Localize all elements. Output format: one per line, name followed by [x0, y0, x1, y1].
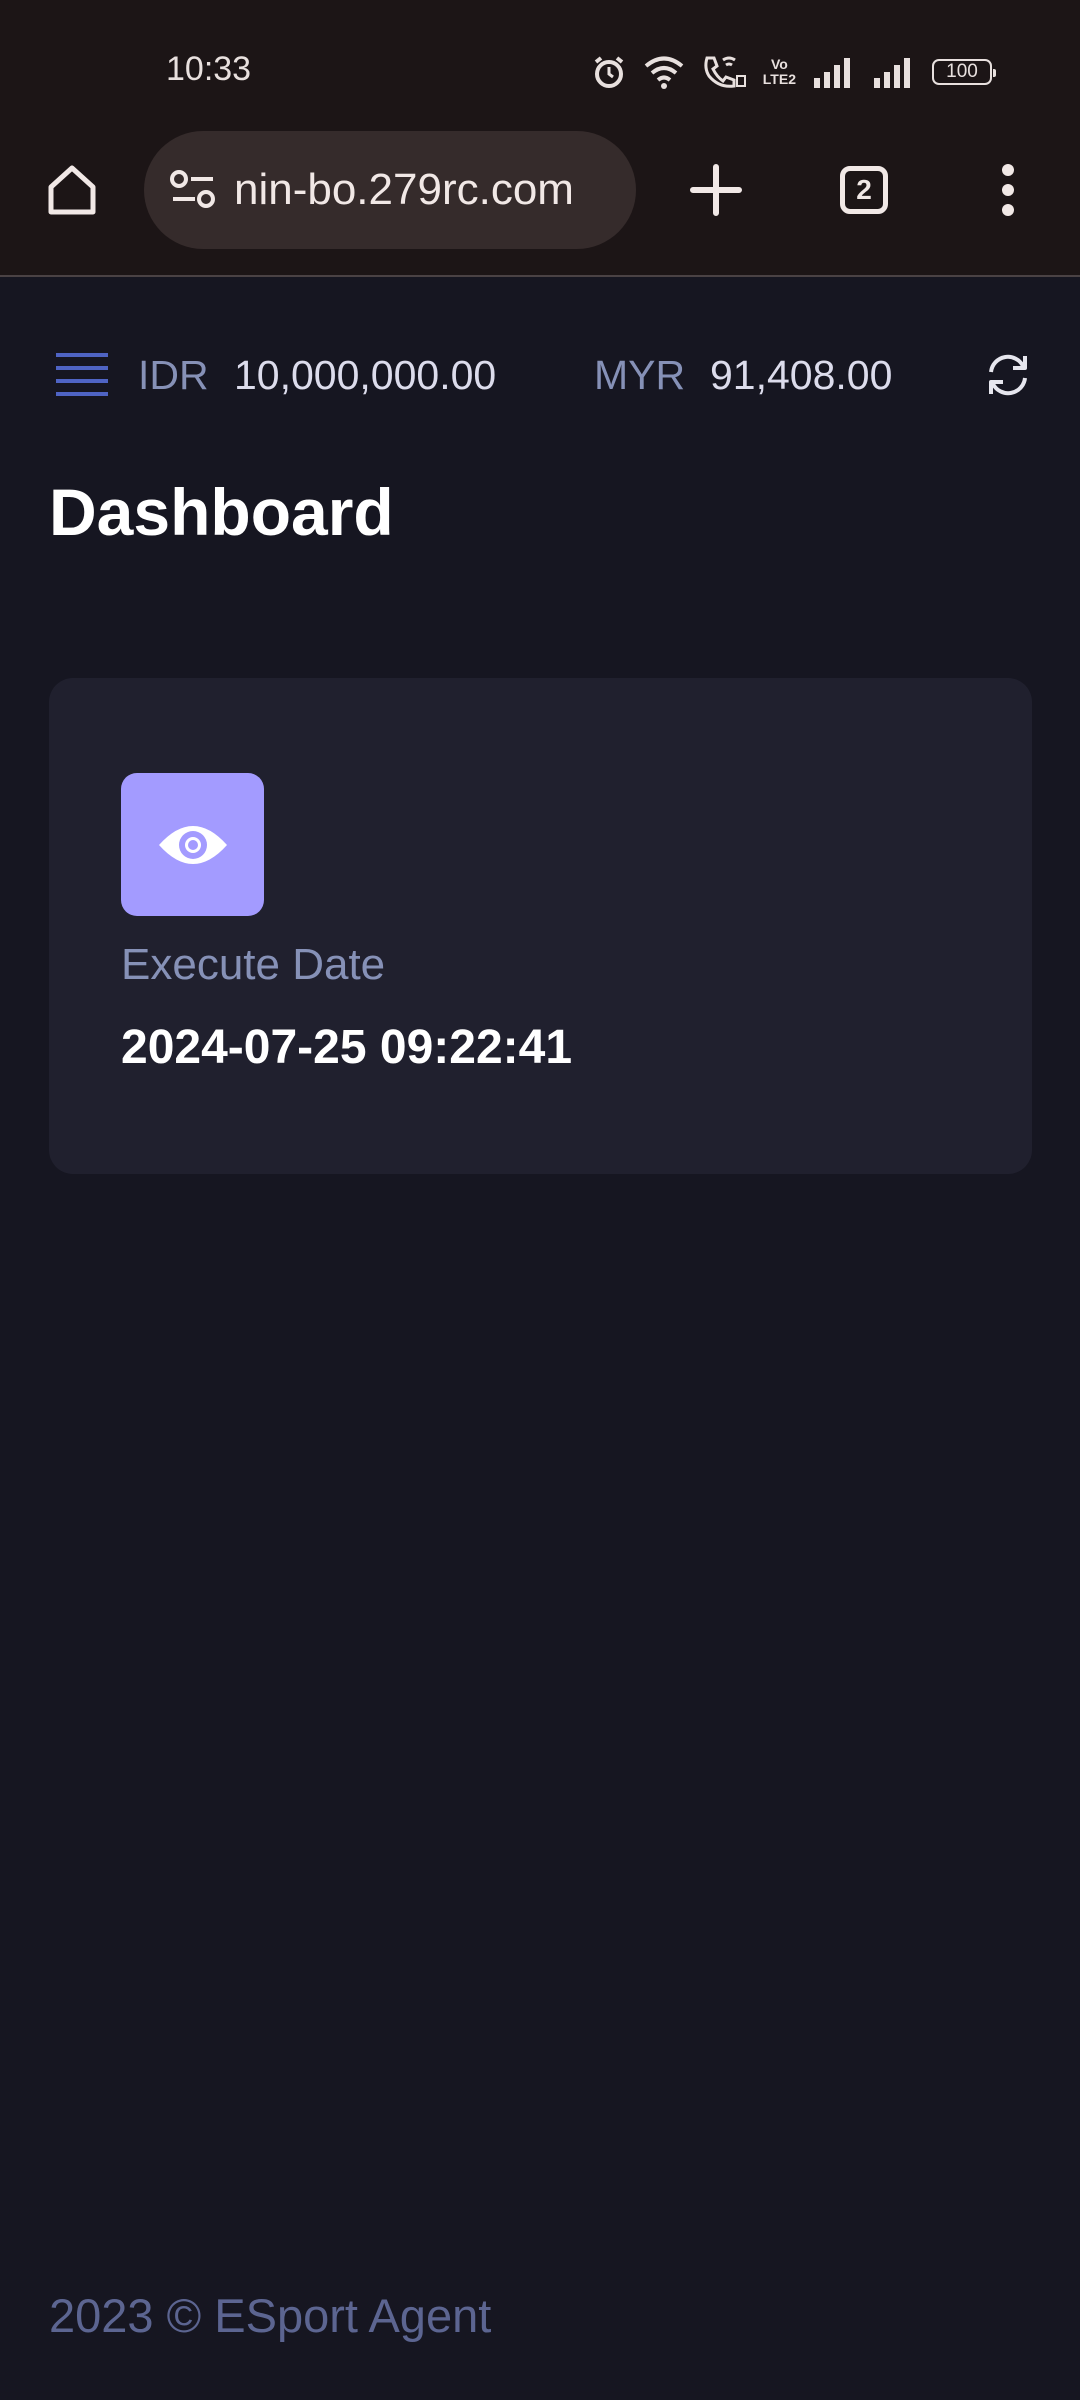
more-vert-icon — [1002, 164, 1014, 216]
page-title: Dashboard — [49, 475, 394, 549]
volte-icon: Vo LTE2 — [763, 57, 796, 87]
currency-code-myr: MYR — [594, 352, 686, 398]
tab-count: 2 — [840, 166, 888, 214]
wifi-icon — [643, 54, 685, 90]
footer-copyright: 2023 © ESport Agent — [49, 2289, 492, 2342]
home-icon — [48, 165, 96, 215]
url-text: nin-bo.279rc.com — [234, 165, 574, 214]
balance-myr: 91,408.00 — [710, 352, 893, 398]
alarm-icon — [591, 54, 627, 90]
status-bar: 10:33 Vo LTE2 100 — [0, 0, 1080, 130]
signal-icon — [812, 56, 856, 88]
card-icon-box — [121, 773, 264, 916]
plus-icon — [690, 164, 742, 216]
execute-date-card: Execute Date 2024-07-25 09:22:41 — [49, 678, 1032, 1174]
refresh-button[interactable] — [978, 347, 1038, 403]
refresh-icon — [989, 354, 1027, 396]
site-settings-icon[interactable] — [168, 165, 218, 215]
browser-toolbar: nin-bo.279rc.com 2 — [0, 130, 1080, 277]
card-label: Execute Date — [121, 940, 386, 989]
currency-code-idr: IDR — [138, 352, 209, 398]
status-time: 10:33 — [166, 50, 252, 88]
hamburger-menu-icon — [56, 353, 108, 396]
address-bar[interactable]: nin-bo.279rc.com — [144, 131, 636, 249]
execute-date-value: 2024-07-25 09:22:41 — [121, 1021, 573, 1074]
eye-icon — [158, 825, 227, 864]
new-tab-button[interactable] — [680, 154, 752, 226]
volte-label-bottom: LTE2 — [762, 71, 796, 87]
volte-label-top: Vo — [770, 56, 788, 72]
signal-icon — [872, 56, 916, 88]
home-button[interactable] — [36, 154, 108, 226]
balance-idr: 10,000,000.00 — [234, 352, 497, 398]
battery-indicator: 100 — [932, 59, 996, 85]
wifi-calling-icon — [701, 54, 747, 90]
status-icons: Vo LTE2 100 — [591, 52, 996, 92]
browser-menu-button[interactable] — [972, 154, 1044, 226]
menu-button[interactable] — [52, 347, 112, 403]
app-header: IDR 10,000,000.00 MYR 91,408.00 — [0, 330, 1080, 420]
tab-switcher-button[interactable]: 2 — [828, 154, 900, 226]
